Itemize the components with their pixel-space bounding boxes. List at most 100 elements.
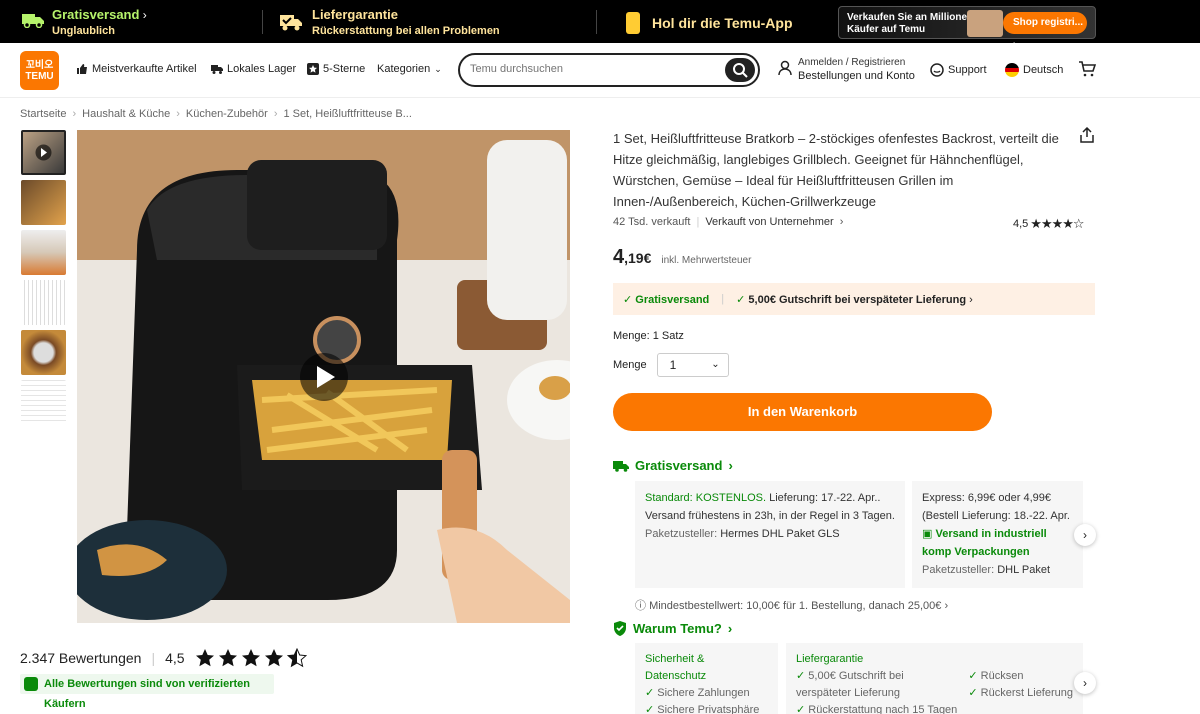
nav-label: Meistverkaufte Artikel — [92, 63, 197, 75]
quantity-select[interactable]: 1 ⌄ — [656, 353, 729, 377]
check-icon: ✓ — [968, 670, 978, 682]
thumbnail-video[interactable] — [21, 130, 66, 175]
product-rating[interactable]: 4,5 ★★★★☆ — [1013, 216, 1085, 232]
express-carriers: DHL Paket — [997, 564, 1051, 576]
nav-local-warehouse[interactable]: Lokales Lager — [211, 63, 296, 75]
thumbs-up-icon — [77, 64, 87, 74]
promo-app-text: Hol dir die Temu-App — [652, 15, 793, 31]
thumbnail-image[interactable] — [21, 180, 66, 225]
express-shipping-card: Express: 6,99€ oder 4,99€ (Bestell Liefe… — [912, 481, 1083, 588]
reviews-summary[interactable]: 2.347 Bewertungen | 4,5 — [20, 648, 307, 668]
thumbnail-image[interactable] — [21, 380, 66, 425]
breadcrumb-item[interactable]: Startseite — [20, 108, 66, 120]
account-menu[interactable]: Anmelden / Registrieren Bestellungen und… — [778, 57, 915, 82]
chat-icon — [930, 63, 944, 77]
star-box-icon — [307, 63, 319, 75]
half-star-icon — [286, 648, 307, 668]
security-card: Sicherheit & Datenschutz ✓ Sichere Zahlu… — [635, 643, 778, 714]
verified-reviews-badge: Alle Bewertungen sind von verifizierten … — [20, 674, 274, 710]
shop-register-label: Shop registri... — [1013, 17, 1084, 28]
rating-value: 4,5 — [1013, 218, 1029, 230]
nav-bestsellers[interactable]: Meistverkaufte Artikel — [76, 63, 197, 75]
rating-stars — [195, 648, 307, 668]
quantity-label: Menge — [613, 359, 647, 371]
chevron-right-icon: › — [176, 108, 180, 120]
promo-shipping[interactable]: Gratisversand › Unglaublich — [22, 7, 147, 37]
breadcrumb-item[interactable]: Haushalt & Küche — [82, 108, 170, 120]
account-line-2: Bestellungen und Konto — [798, 70, 915, 82]
shipping-banner[interactable]: ✓ Gratisversand | ✓ 5,00€ Gutschrift bei… — [613, 283, 1095, 315]
promo-guarantee[interactable]: Liefergarantie Rückerstattung bei allen … — [280, 7, 500, 37]
guarantee-item: 5,00€ Gutschrift bei verspäteter Lieferu… — [796, 670, 904, 699]
nav-five-stars[interactable]: 5-Sterne — [307, 63, 365, 75]
carriers-label: Paketzusteller: — [645, 528, 718, 540]
security-item: Sichere Privatsphäre — [657, 704, 760, 714]
truck-icon — [613, 460, 629, 472]
promo-shipping-sub: Unglaublich — [52, 25, 115, 37]
standard-shipping-card: Standard: KOSTENLOS. Lieferung: 17.-22. … — [635, 481, 905, 588]
promo-guarantee-sub: Rückerstattung bei allen Problemen — [312, 25, 500, 37]
guarantee-title: Liefergarantie — [796, 653, 864, 665]
next-arrow-button[interactable]: › — [1074, 672, 1096, 694]
guarantee-item: Rückerstattung nach 15 Tagen ohne Aktual… — [808, 704, 958, 714]
nav-categories[interactable]: Kategorien ⌄ — [377, 63, 442, 75]
free-shipping-text: Gratisversand — [635, 293, 710, 306]
shield-check-icon — [24, 677, 38, 691]
late-credit-text: 5,00€ Gutschrift bei verspäteter Lieferu… — [748, 293, 967, 306]
thumbnail-image[interactable] — [21, 230, 66, 275]
check-icon: ✓ — [645, 687, 655, 699]
check-icon: ✓ — [968, 687, 978, 699]
guarantee-item: Rücksen — [980, 670, 1024, 682]
seller-link[interactable]: Verkauft von Unternehmer — [705, 216, 833, 228]
promo-shipping-title: Gratisversand — [52, 7, 140, 22]
search-button[interactable] — [725, 58, 755, 82]
check-icon: ✓ — [736, 293, 746, 306]
min-order-note[interactable]: ⓘ Mindestbestellwert: 10,00€ für 1. Best… — [635, 597, 948, 613]
verified-text: Alle Bewertungen sind von verifizierten … — [44, 678, 250, 710]
nav-label: Kategorien — [377, 63, 431, 75]
chevron-right-icon: › — [969, 293, 973, 306]
thumbnail-image[interactable] — [21, 330, 66, 375]
nav-language[interactable]: Deutsch — [1005, 63, 1063, 77]
truck-check-icon — [280, 15, 302, 31]
section-title-text: Gratisversand — [635, 458, 723, 473]
chevron-right-icon: › — [142, 8, 147, 22]
check-icon: ✓ — [796, 670, 806, 682]
nav-support[interactable]: Support — [930, 63, 987, 77]
product-title: 1 Set, Heißluftfritteuse Bratkorb – 2-st… — [613, 131, 1059, 209]
breadcrumb-item[interactable]: Küchen-Zubehör — [186, 108, 268, 120]
share-icon[interactable] — [1078, 126, 1096, 144]
thumbnail-image[interactable] — [21, 280, 66, 325]
next-arrow-button[interactable]: › — [1074, 524, 1096, 546]
shipping-section-title[interactable]: Gratisversand › — [613, 458, 733, 473]
why-temu-title[interactable]: Warum Temu? › — [613, 621, 732, 636]
search-input[interactable] — [470, 63, 710, 75]
price-main: 4 — [613, 246, 625, 268]
review-rating: 4,5 — [165, 650, 185, 666]
seller-banner[interactable]: Verkaufen Sie an Millionen Käufer auf Tem… — [838, 6, 1096, 50]
express-packaging: ▣ Versand in industriell komp Verpackung… — [922, 525, 1073, 561]
review-count: 2.347 Bewertungen — [20, 650, 142, 666]
chevron-right-icon: › — [944, 600, 949, 612]
guarantee-item: Rückerst Lieferung — [980, 687, 1073, 699]
product-image[interactable] — [77, 130, 570, 623]
truck-icon — [211, 65, 223, 74]
add-to-cart-button[interactable]: In den Warenkorb — [613, 393, 992, 431]
security-title: Sicherheit & Datenschutz — [645, 653, 707, 682]
star-icon — [195, 649, 214, 667]
search-bar — [458, 53, 760, 87]
price-cents: ,19€ — [624, 250, 652, 266]
shop-register-button[interactable]: Shop registri... › — [1003, 12, 1087, 50]
chevron-down-icon: ⌄ — [711, 359, 720, 370]
chevron-right-icon: › — [72, 108, 77, 120]
temu-logo[interactable]: 꼬비오 TEMU — [20, 51, 59, 90]
cart-icon[interactable] — [1078, 61, 1096, 77]
header: 꼬비오 TEMU Meistverkaufte Artikel Lokales … — [0, 43, 1200, 98]
promo-app[interactable]: Hol dir die Temu-App — [626, 12, 793, 34]
nav-label: Lokales Lager — [227, 63, 297, 75]
star-icon — [218, 649, 237, 667]
star-icon — [264, 649, 283, 667]
chevron-right-icon: › — [1083, 676, 1087, 690]
divider — [596, 10, 597, 34]
carriers-label: Paketzusteller: — [922, 564, 995, 576]
